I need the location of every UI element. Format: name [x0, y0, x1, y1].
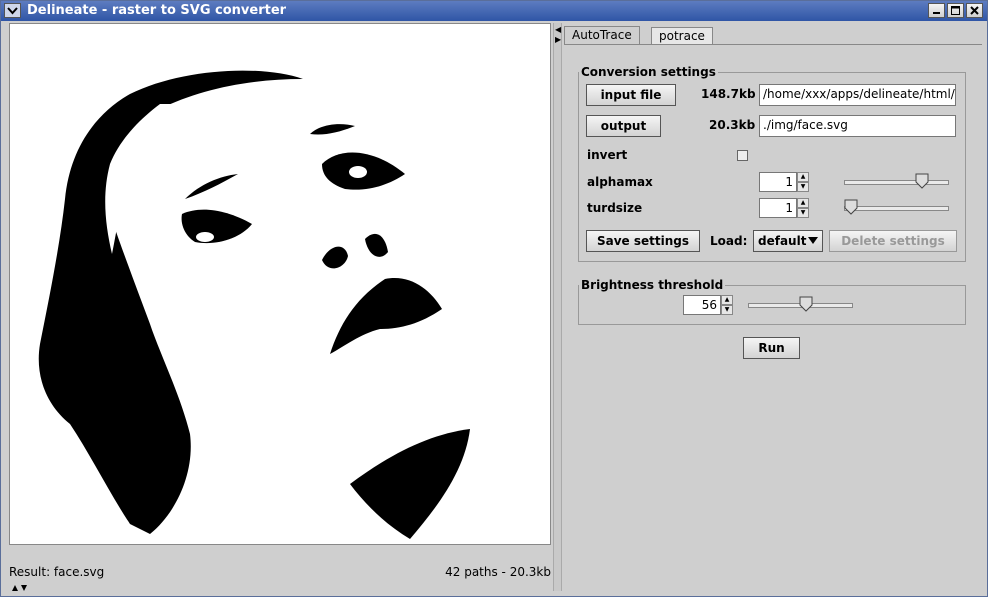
- invert-checkbox[interactable]: [737, 150, 748, 161]
- save-settings-button[interactable]: Save settings: [586, 230, 700, 252]
- collapse-right-icon[interactable]: ▶: [555, 35, 561, 44]
- app-window: Delineate - raster to SVG converter Resu…: [0, 0, 988, 597]
- brightness-slider-thumb[interactable]: [799, 296, 813, 312]
- conversion-settings-group: Conversion settings input file 148.7kb /…: [578, 65, 966, 262]
- window-title: Delineate - raster to SVG converter: [27, 3, 287, 18]
- turdsize-increment-button[interactable]: ▲: [797, 198, 809, 208]
- status-bar: Result: face.svg 42 paths - 20.3kb: [9, 563, 553, 581]
- window-menu-button[interactable]: [4, 3, 21, 18]
- turdsize-slider-thumb[interactable]: [844, 199, 858, 215]
- minimize-button[interactable]: [928, 3, 945, 18]
- alphamax-increment-button[interactable]: ▲: [797, 172, 809, 182]
- load-selected: default: [758, 234, 807, 248]
- brightness-increment-button[interactable]: ▲: [721, 295, 733, 305]
- chevron-down-icon: [808, 237, 818, 244]
- settings-pane: AutoTrace potrace Conversion settings in…: [564, 23, 982, 591]
- alphamax-label: alphamax: [587, 175, 653, 189]
- brightness-value[interactable]: 56: [683, 295, 721, 315]
- status-summary: 42 paths - 20.3kb: [445, 565, 551, 579]
- tab-potrace[interactable]: potrace: [651, 27, 713, 44]
- tab-autotrace[interactable]: AutoTrace: [564, 26, 640, 45]
- brightness-threshold-group: Brightness threshold 56 ▲ ▼: [578, 278, 966, 325]
- turdsize-spinner[interactable]: 1 ▲ ▼: [759, 198, 811, 218]
- brightness-spinner[interactable]: 56 ▲ ▼: [683, 295, 735, 315]
- turdsize-decrement-button[interactable]: ▼: [797, 208, 809, 218]
- run-button[interactable]: Run: [743, 337, 800, 359]
- output-button[interactable]: output: [586, 115, 661, 137]
- chevron-down-icon: [7, 7, 18, 15]
- delete-settings-button[interactable]: Delete settings: [829, 230, 957, 252]
- alphamax-value[interactable]: 1: [759, 172, 797, 192]
- alphamax-slider-thumb[interactable]: [915, 173, 929, 189]
- alphamax-slider[interactable]: [844, 180, 949, 185]
- split-divider[interactable]: ◀ ▶: [553, 23, 562, 591]
- load-label: Load:: [710, 234, 748, 248]
- invert-label: invert: [587, 148, 628, 162]
- split-pane-arrows[interactable]: [11, 581, 31, 591]
- brightness-decrement-button[interactable]: ▼: [721, 305, 733, 315]
- input-file-button[interactable]: input file: [586, 84, 676, 106]
- minimize-icon: [933, 12, 940, 14]
- tab-content: Conversion settings input file 148.7kb /…: [564, 44, 982, 592]
- traced-face-image: [38, 70, 470, 539]
- alphamax-spinner[interactable]: 1 ▲ ▼: [759, 172, 811, 192]
- conversion-settings-legend: Conversion settings: [581, 65, 716, 79]
- output-path-field[interactable]: ./img/face.svg: [759, 115, 956, 137]
- turdsize-value[interactable]: 1: [759, 198, 797, 218]
- brightness-legend: Brightness threshold: [581, 278, 724, 292]
- maximize-button[interactable]: [947, 3, 964, 18]
- collapse-left-icon[interactable]: ◀: [555, 25, 561, 34]
- turdsize-label: turdsize: [587, 201, 643, 215]
- close-button[interactable]: [966, 3, 983, 18]
- turdsize-slider[interactable]: [844, 206, 949, 211]
- status-result: Result: face.svg: [9, 565, 105, 579]
- chevron-icon: [12, 585, 27, 591]
- maximize-icon: [951, 6, 960, 15]
- output-size: 20.3kb: [709, 118, 756, 132]
- title-bar: Delineate - raster to SVG converter: [1, 1, 987, 21]
- input-path-field[interactable]: /home/xxx/apps/delineate/html/: [759, 84, 956, 106]
- alphamax-decrement-button[interactable]: ▼: [797, 182, 809, 192]
- svg-preview-pane[interactable]: [9, 23, 551, 545]
- close-icon: [970, 6, 979, 15]
- input-size: 148.7kb: [701, 87, 756, 101]
- load-select[interactable]: default: [753, 230, 823, 252]
